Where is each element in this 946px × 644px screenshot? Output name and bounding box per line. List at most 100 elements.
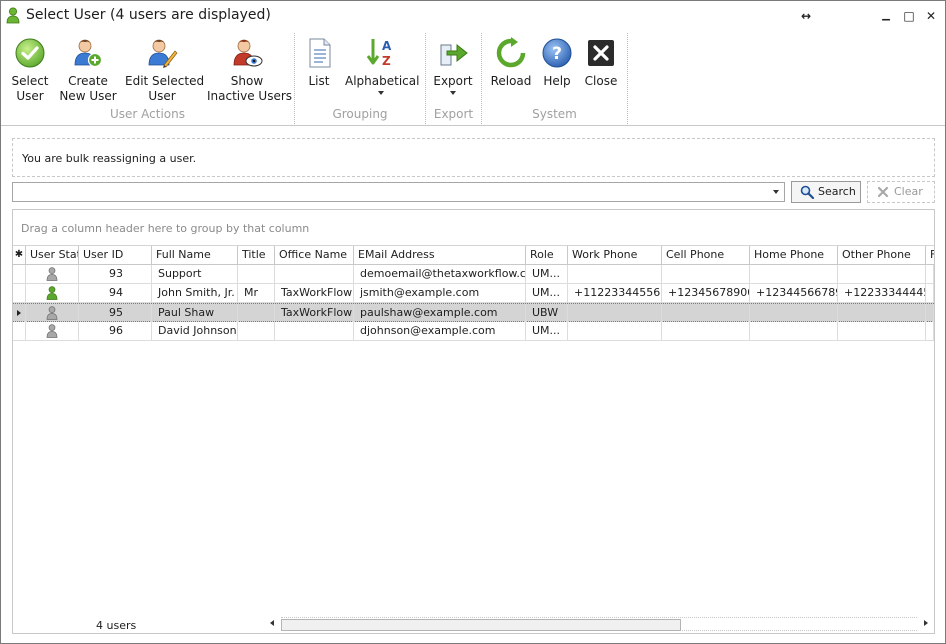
cell-user-status — [26, 322, 79, 340]
cell-work-phone — [568, 322, 662, 340]
cell-role: UM... — [526, 322, 568, 340]
show-inactive-users-button[interactable]: Show Inactive Users — [207, 31, 293, 106]
resize-icon[interactable]: ↔ — [798, 8, 814, 24]
select-user-label-line2: User — [16, 89, 44, 103]
current-row-icon — [17, 310, 21, 316]
user-edit-icon — [148, 39, 178, 68]
alphabetical-label: Alphabetical — [345, 74, 420, 88]
list-button[interactable]: List — [301, 31, 337, 106]
cell-home-phone — [750, 322, 838, 340]
ribbon-group-separator — [627, 33, 628, 126]
column-header-more[interactable]: F — [926, 246, 934, 265]
scroll-left-icon[interactable] — [270, 620, 274, 626]
cell-role: UM... — [526, 265, 568, 283]
close-button[interactable]: Close — [581, 31, 621, 106]
reload-label: Reload — [490, 74, 532, 88]
column-header-work-phone[interactable]: Work Phone — [568, 246, 662, 265]
column-header-title[interactable]: Title — [238, 246, 275, 265]
chevron-down-icon — [378, 91, 384, 95]
scroll-track[interactable] — [281, 617, 917, 631]
cell-office-name — [275, 322, 354, 340]
column-header-full-name[interactable]: Full Name — [152, 246, 238, 265]
cell-cell-phone — [662, 304, 750, 322]
scroll-thumb[interactable] — [281, 619, 681, 631]
cell-more — [926, 304, 934, 322]
sort-az-icon: A Z — [366, 39, 392, 68]
user-status-icon — [46, 306, 58, 320]
cell-full-name: Support — [152, 265, 238, 283]
search-button[interactable]: Search — [791, 181, 861, 203]
user-status-icon — [46, 267, 58, 281]
help-label: Help — [543, 74, 571, 88]
show-inactive-label-line2: Inactive Users — [207, 89, 293, 103]
cell-title: Mr — [238, 284, 275, 302]
info-message-panel: You are bulk reassigning a user. — [12, 138, 935, 177]
clear-icon — [877, 186, 889, 198]
group-by-panel[interactable]: Drag a column header here to group by th… — [13, 210, 934, 246]
window-title: Select User (4 users are displayed) — [26, 7, 271, 23]
users-grid: Drag a column header here to group by th… — [12, 209, 935, 634]
clear-button[interactable]: Clear — [867, 181, 935, 203]
cell-office-name: TaxWorkFlow — [275, 284, 354, 302]
edit-selected-user-button[interactable]: Edit Selected User — [125, 31, 205, 106]
cell-other-phone — [838, 265, 926, 283]
user-add-icon — [74, 39, 103, 68]
close-window-button[interactable]: ✕ — [923, 8, 939, 24]
alphabetical-button[interactable]: A Z Alphabetical — [345, 31, 420, 106]
column-header-office-name[interactable]: Office Name — [275, 246, 354, 265]
minimize-button[interactable]: ▁ — [878, 8, 894, 24]
row-indicator — [13, 304, 26, 322]
list-label: List — [308, 74, 330, 88]
row-indicator — [13, 322, 26, 340]
export-label: Export — [433, 74, 473, 88]
column-header-role[interactable]: Role — [526, 246, 568, 265]
cell-email: paulshaw@example.com — [354, 304, 526, 322]
grid-footer: 4 users — [13, 614, 934, 633]
cell-role: UM... — [526, 284, 568, 302]
column-header-email[interactable]: EMail Address — [354, 246, 526, 265]
cell-more — [926, 322, 934, 340]
table-row[interactable]: 93 Support demoemail@thetaxworkflow.com UM.… — [13, 265, 934, 284]
cell-cell-phone — [662, 265, 750, 283]
column-header-cell-phone[interactable]: Cell Phone — [662, 246, 750, 265]
create-new-user-button[interactable]: Create New User — [59, 31, 117, 106]
cell-more — [926, 265, 934, 283]
horizontal-scrollbar[interactable] — [265, 616, 933, 632]
cell-user-status — [26, 265, 79, 283]
chevron-down-icon — [450, 91, 456, 95]
column-header-home-phone[interactable]: Home Phone — [750, 246, 838, 265]
cell-user-id: 96 — [79, 322, 152, 340]
column-header-user-status[interactable]: User Status — [26, 246, 79, 265]
select-user-window: Select User (4 users are displayed) ↔ ▁ … — [0, 0, 946, 644]
row-indicator-header[interactable]: ✱ — [13, 246, 26, 265]
table-row[interactable]: 95 Paul Shaw TaxWorkFlow paulshaw@example.c… — [13, 303, 934, 322]
close-label: Close — [584, 74, 618, 88]
table-row[interactable]: 96 David Johnson djohnson@example.com UM... — [13, 322, 934, 341]
svg-text:?: ? — [552, 44, 562, 64]
chevron-down-icon[interactable] — [773, 190, 779, 194]
maximize-button[interactable]: □ — [901, 8, 917, 24]
svg-text:Z: Z — [382, 54, 391, 68]
export-button[interactable]: Export — [433, 31, 473, 106]
select-user-button[interactable]: Select User — [7, 31, 53, 106]
clear-button-label: Clear — [894, 185, 923, 198]
cell-cell-phone: +12345678900 — [662, 284, 750, 302]
cell-user-id: 94 — [79, 284, 152, 302]
help-button[interactable]: ? Help — [539, 31, 575, 106]
cell-home-phone — [750, 265, 838, 283]
check-circle-icon — [15, 38, 45, 68]
reload-button[interactable]: Reload — [489, 31, 533, 106]
edit-user-label-line1: Edit Selected — [125, 74, 205, 88]
cell-title — [238, 265, 275, 283]
search-input[interactable] — [12, 182, 785, 202]
group-label-user-actions: User Actions — [110, 107, 185, 121]
info-message: You are bulk reassigning a user. — [22, 152, 197, 165]
row-indicator — [13, 265, 26, 283]
column-header-other-phone[interactable]: Other Phone — [838, 246, 926, 265]
column-header-user-id[interactable]: User ID — [79, 246, 152, 265]
table-row[interactable]: 94 John Smith, Jr. Mr TaxWorkFlow jsmith@exa… — [13, 284, 934, 303]
user-icon — [6, 7, 20, 24]
cell-office-name: TaxWorkFlow — [275, 304, 354, 322]
scroll-right-icon[interactable] — [924, 620, 928, 626]
user-status-icon — [46, 286, 58, 300]
